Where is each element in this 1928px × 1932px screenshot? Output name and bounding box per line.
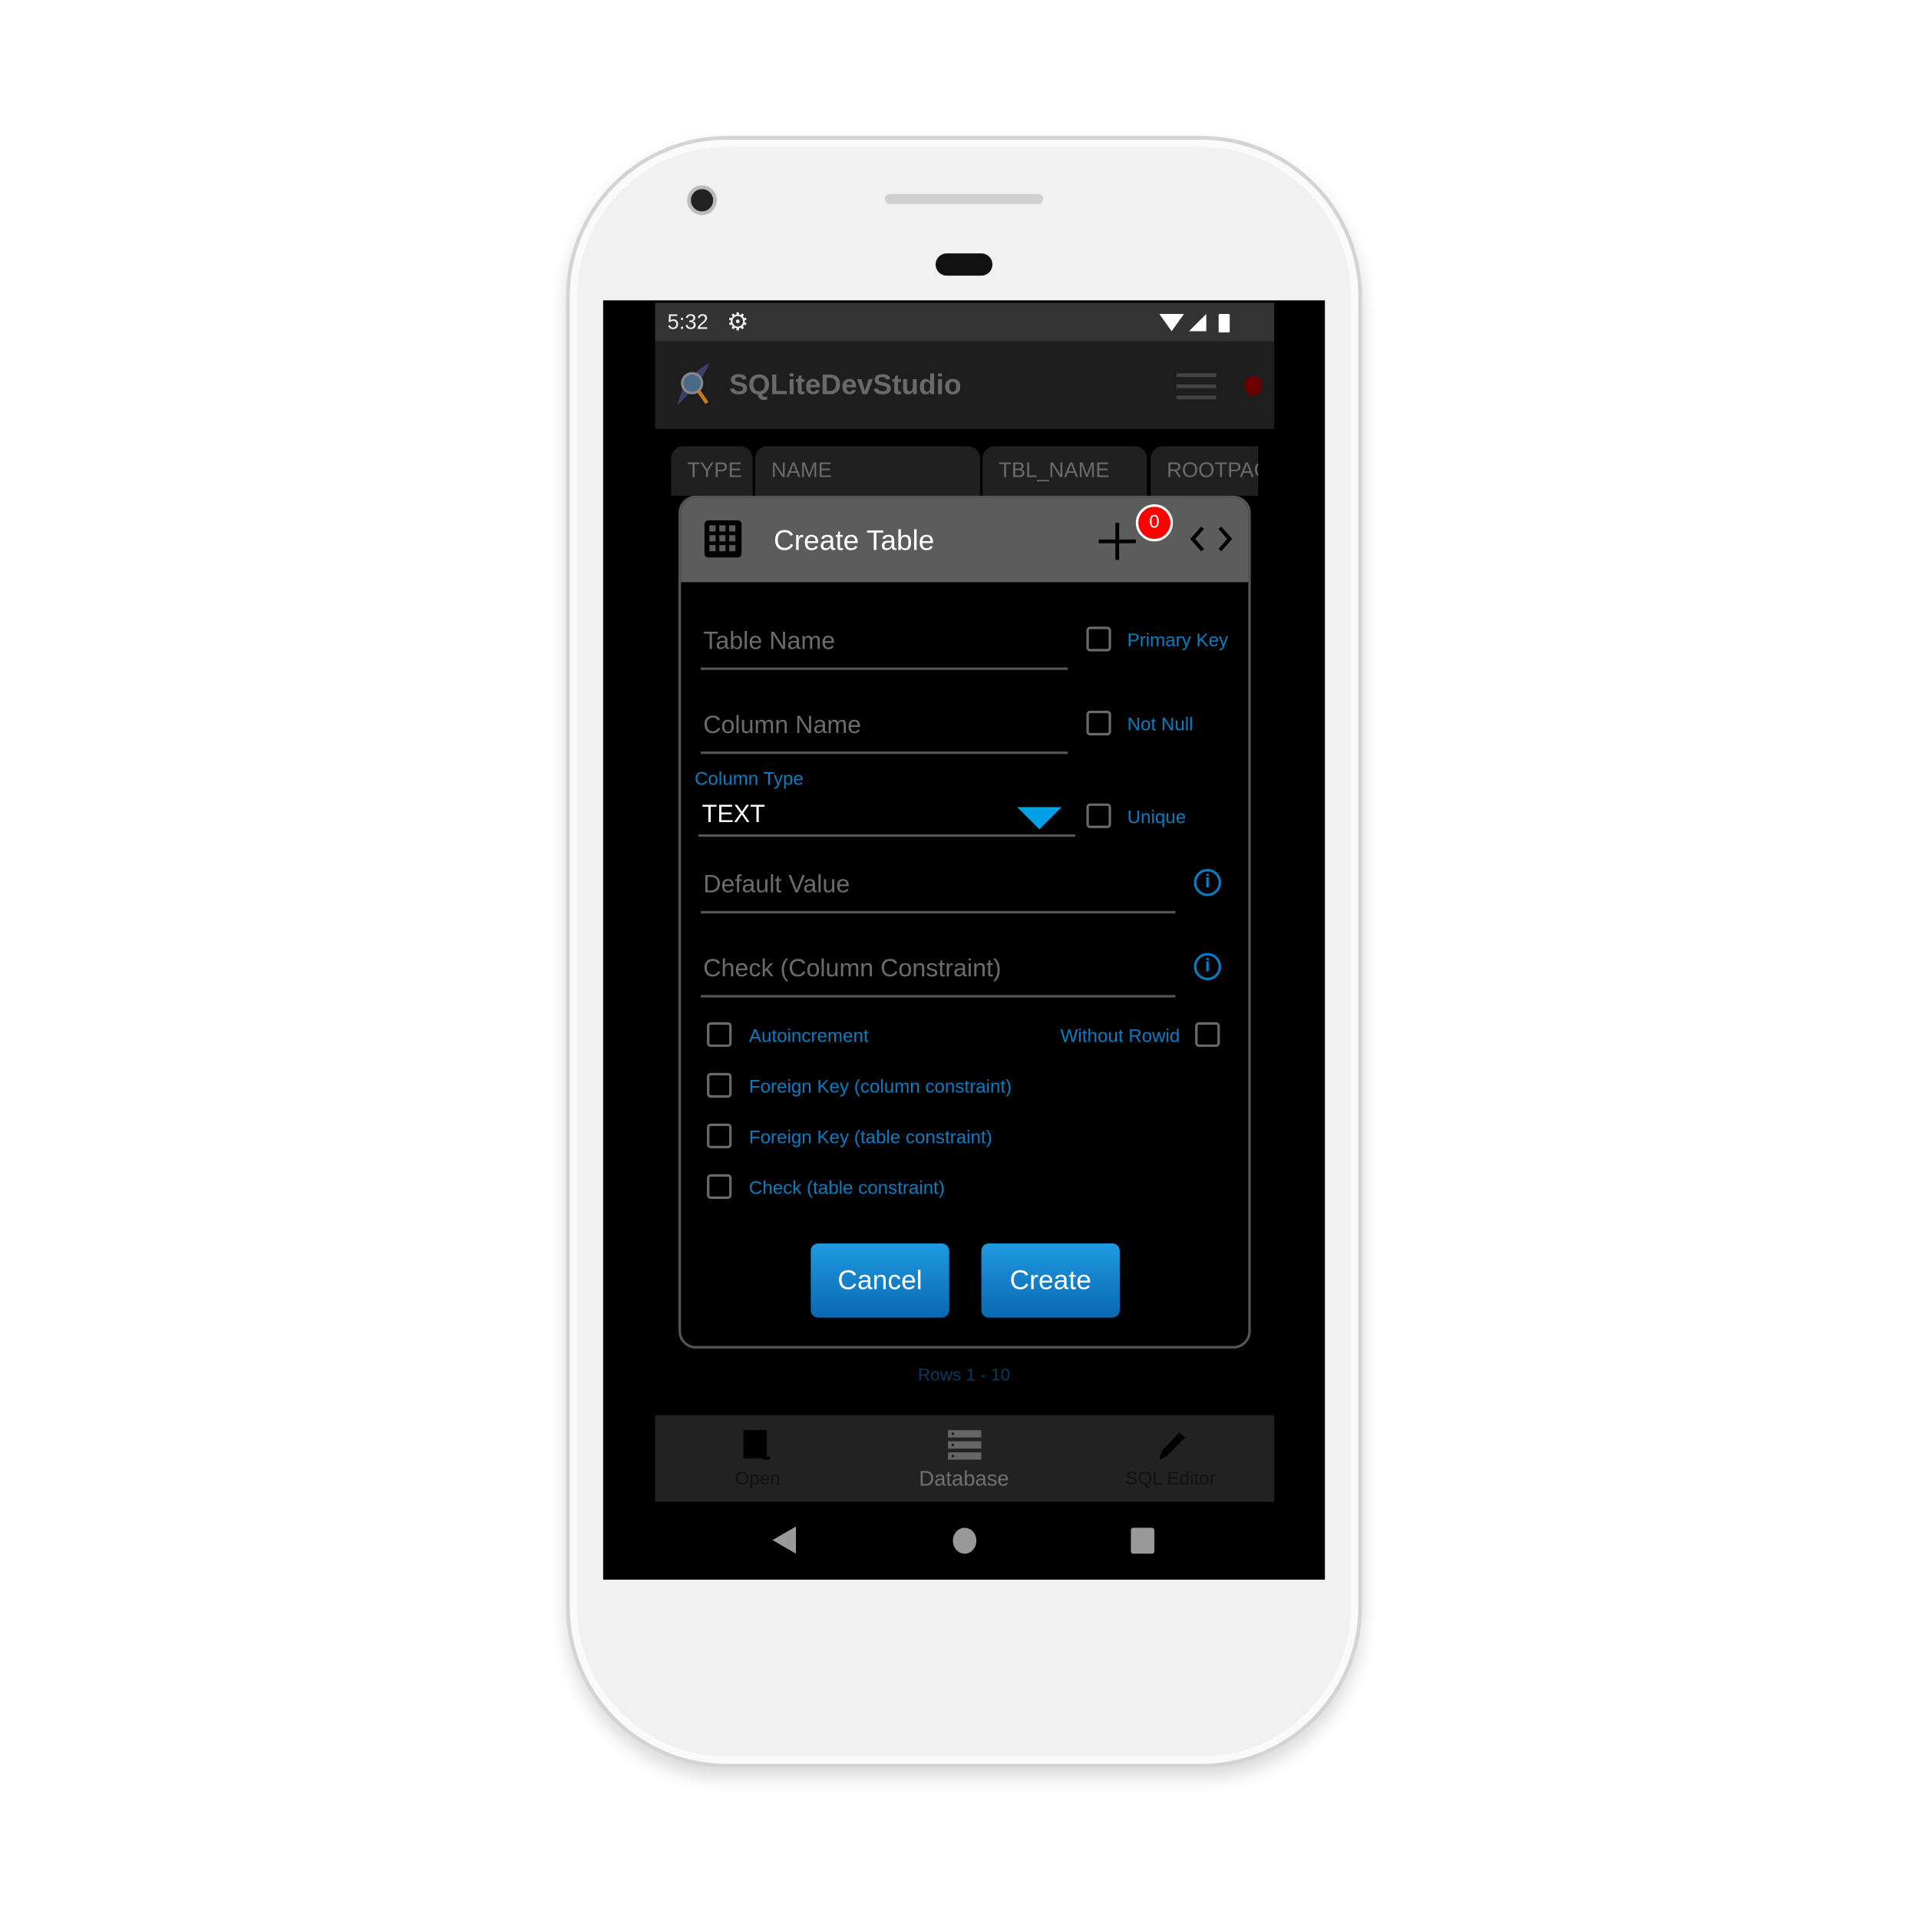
table-name-input[interactable]: Table Name (701, 628, 1068, 670)
fk-table-checkbox[interactable] (707, 1123, 732, 1148)
status-bar: 5:32 ⚙ (655, 302, 1275, 342)
column-header-type[interactable]: TYPE (671, 446, 753, 496)
database-icon (948, 1430, 982, 1460)
dialog-title: Create Table (774, 523, 935, 556)
camera (687, 185, 717, 216)
create-button[interactable]: Create (981, 1243, 1120, 1318)
battery-icon (1218, 314, 1230, 333)
primary-key-checkbox[interactable] (1086, 626, 1111, 652)
code-view-icon[interactable] (1190, 525, 1233, 552)
column-count-badge: 0 (1135, 504, 1174, 542)
unique-checkbox[interactable] (1086, 803, 1111, 828)
fk-column-label: Foreign Key (column constraint) (748, 1076, 1012, 1098)
primary-key-label: Primary Key (1127, 630, 1229, 652)
status-time: 5:32 (667, 310, 708, 334)
not-null-checkbox[interactable] (1086, 710, 1111, 736)
without-rowid-checkbox[interactable] (1195, 1022, 1220, 1047)
table-grid-icon (704, 520, 742, 558)
default-value-input[interactable]: Default Value (701, 871, 1176, 914)
home-icon[interactable] (952, 1527, 977, 1554)
nav-sql-editor[interactable]: SQL Editor (1096, 1428, 1244, 1502)
column-type-dropdown[interactable]: TEXT (698, 794, 1075, 837)
fk-table-label: Foreign Key (table constraint) (748, 1127, 992, 1148)
door-icon (743, 1430, 771, 1460)
check-constraint-input[interactable]: Check (Column Constraint) (701, 956, 1176, 998)
signal-icon (1189, 314, 1207, 332)
check-table-checkbox[interactable] (707, 1174, 732, 1199)
dropdown-arrow-icon (1017, 807, 1062, 830)
fk-column-checkbox[interactable] (707, 1072, 732, 1098)
column-name-input[interactable]: Column Name (701, 712, 1068, 755)
sensor (935, 253, 993, 276)
app-bar: SQLiteDevStudio (655, 341, 1275, 429)
autoincrement-checkbox[interactable] (707, 1022, 732, 1047)
gear-icon: ⚙ (726, 309, 749, 337)
back-icon[interactable] (771, 1525, 798, 1555)
column-header-tbl-name[interactable]: TBL_NAME (982, 446, 1147, 496)
bottom-nav: Open Database SQL Editor (655, 1415, 1275, 1502)
column-type-value: TEXT (702, 801, 765, 828)
app-title: SQLiteDevStudio (729, 368, 962, 401)
nav-sql-editor-label: SQL Editor (1125, 1468, 1216, 1490)
info-icon[interactable]: i (1193, 869, 1221, 897)
unique-label: Unique (1127, 807, 1187, 828)
rows-range-label: Rows 1 - 10 (917, 1364, 1011, 1385)
create-table-dialog: Create Table 0 Table Name Primary Key Co… (678, 495, 1251, 1349)
not-null-label: Not Null (1127, 714, 1193, 736)
autoincrement-label: Autoincrement (748, 1025, 869, 1047)
add-column-icon[interactable] (1096, 520, 1138, 563)
column-header-name[interactable]: NAME (754, 446, 980, 496)
column-type-label: Column Type (694, 768, 804, 790)
nav-database[interactable]: Database (890, 1428, 1038, 1502)
record-indicator (1244, 375, 1263, 396)
hamburger-icon[interactable] (1177, 373, 1217, 400)
nav-database-label: Database (919, 1467, 1009, 1491)
info-icon[interactable]: i (1193, 953, 1221, 980)
check-table-label: Check (table constraint) (748, 1177, 945, 1199)
speaker-grille (884, 193, 1044, 204)
cancel-button[interactable]: Cancel (810, 1243, 949, 1318)
without-rowid-label: Without Rowid (1060, 1025, 1180, 1047)
wifi-icon (1159, 314, 1230, 333)
nav-open-label: Open (735, 1468, 781, 1490)
pencil-icon (1159, 1432, 1186, 1460)
recents-icon[interactable] (1131, 1527, 1155, 1554)
dialog-header: Create Table 0 (681, 497, 1249, 583)
app-logo-icon (677, 363, 710, 406)
column-header-rootpage[interactable]: ROOTPAG (1151, 446, 1259, 496)
nav-open[interactable]: Open (683, 1428, 831, 1502)
